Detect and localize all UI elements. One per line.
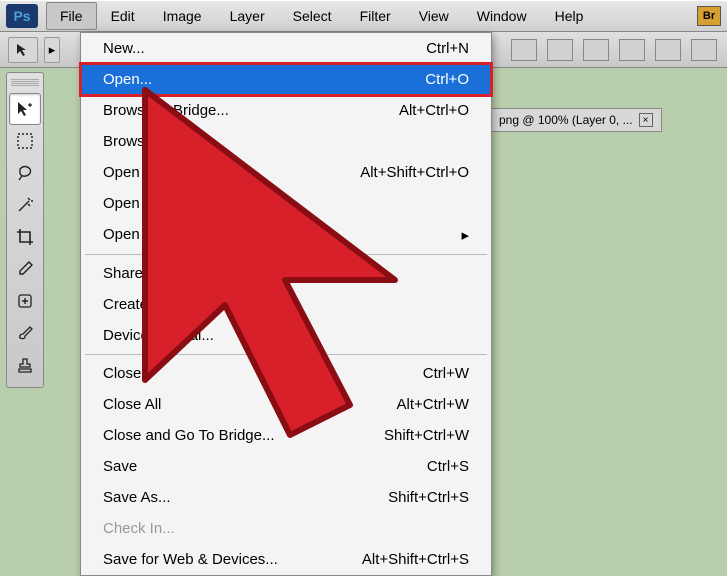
toolbox — [6, 72, 44, 388]
menu-item-label: Save As... — [103, 489, 171, 506]
tool-preset-picker[interactable] — [8, 37, 38, 63]
document-tab[interactable]: png @ 100% (Layer 0, ... × — [490, 108, 662, 132]
menu-item-save[interactable]: Save Ctrl+S — [81, 451, 491, 482]
menu-item-label: Save — [103, 458, 137, 475]
tool-wand[interactable] — [9, 189, 41, 221]
menu-item-label: Open As... — [103, 164, 173, 181]
menu-item-share-my-screen[interactable]: Share My Screen... — [81, 258, 491, 289]
menu-item-shortcut: Ctrl+N — [426, 40, 469, 57]
menu-item-new[interactable]: New... Ctrl+N — [81, 33, 491, 64]
menu-item-shortcut: Ctrl+W — [423, 365, 469, 382]
menu-item-label: Open As Smart Object... — [103, 195, 265, 212]
menu-item-open[interactable]: Open... Ctrl+O — [81, 64, 491, 95]
menu-item-browse-in-bridge[interactable]: Browse in Bridge... Alt+Ctrl+O — [81, 95, 491, 126]
menu-select[interactable]: Select — [279, 2, 346, 30]
menu-item-shortcut: Alt+Ctrl+O — [399, 102, 469, 119]
file-menu-dropdown: New... Ctrl+N Open... Ctrl+O Browse in Bridg… — [80, 32, 492, 576]
align-icon[interactable] — [655, 39, 681, 61]
menu-item-save-as[interactable]: Save As... Shift+Ctrl+S — [81, 482, 491, 513]
menu-item-label: Browse in — [103, 133, 169, 150]
menu-item-label: Save for Web & Devices... — [103, 551, 278, 568]
align-icon[interactable] — [511, 39, 537, 61]
menu-item-open-as-smart-object[interactable]: Open As Smart Object... — [81, 188, 491, 219]
tool-brush[interactable] — [9, 317, 41, 349]
menu-item-label: Close — [103, 365, 141, 382]
menu-item-label: Check In... — [103, 520, 175, 537]
menu-filter[interactable]: Filter — [346, 2, 405, 30]
tool-move[interactable] — [9, 93, 41, 125]
align-icon[interactable] — [691, 39, 717, 61]
menu-item-label: Create New Review... — [103, 296, 247, 313]
align-icon[interactable] — [547, 39, 573, 61]
menu-item-browse-in[interactable]: Browse in — [81, 126, 491, 157]
menu-item-shortcut: Ctrl+S — [427, 458, 469, 475]
tool-crop[interactable] — [9, 221, 41, 253]
tool-heal[interactable] — [9, 285, 41, 317]
menu-item-open-recent[interactable]: Open Recent ▸ — [81, 219, 491, 251]
tool-marquee[interactable] — [9, 125, 41, 157]
app-logo: Ps — [6, 4, 38, 28]
menu-item-shortcut: Alt+Shift+Ctrl+O — [360, 164, 469, 181]
tool-stamp[interactable] — [9, 349, 41, 381]
menu-item-shortcut: Shift+Ctrl+W — [384, 427, 469, 444]
menu-item-shortcut: Ctrl+O — [425, 71, 469, 88]
menu-window[interactable]: Window — [463, 2, 541, 30]
menu-item-label: Share My Screen... — [103, 265, 231, 282]
menu-item-save-for-web-devices[interactable]: Save for Web & Devices... Alt+Shift+Ctrl+… — [81, 544, 491, 575]
menu-item-label: Open Recent — [103, 226, 191, 244]
tool-eyedropper[interactable] — [9, 253, 41, 285]
tool-preset-dropdown-icon[interactable]: ▸ — [44, 37, 60, 63]
menu-item-open-as[interactable]: Open As... Alt+Shift+Ctrl+O — [81, 157, 491, 188]
menu-item-shortcut: Shift+Ctrl+S — [388, 489, 469, 506]
menu-item-close-and-go-to-bridge[interactable]: Close and Go To Bridge... Shift+Ctrl+W — [81, 420, 491, 451]
menu-item-device-central[interactable]: Device Central... — [81, 320, 491, 351]
menu-help[interactable]: Help — [541, 2, 598, 30]
menu-item-label: Open... — [103, 71, 152, 88]
menu-item-close[interactable]: Close Ctrl+W — [81, 358, 491, 389]
menu-item-label: New... — [103, 40, 145, 57]
menu-item-check-in: Check In... — [81, 513, 491, 544]
align-icon[interactable] — [583, 39, 609, 61]
toolbox-grip[interactable] — [11, 79, 39, 87]
menu-file[interactable]: File — [46, 2, 97, 30]
menu-edit[interactable]: Edit — [97, 2, 149, 30]
menu-image[interactable]: Image — [149, 2, 216, 30]
tool-lasso[interactable] — [9, 157, 41, 189]
menu-item-close-all[interactable]: Close All Alt+Ctrl+W — [81, 389, 491, 420]
menu-item-shortcut: ▸ — [461, 226, 469, 244]
document-tab-bar: png @ 100% (Layer 0, ... × — [490, 108, 662, 132]
menu-item-shortcut: Alt+Shift+Ctrl+S — [362, 551, 469, 568]
menu-item-label: Close All — [103, 396, 161, 413]
menu-separator — [85, 354, 487, 355]
align-icon[interactable] — [619, 39, 645, 61]
menu-layer[interactable]: Layer — [216, 2, 279, 30]
bridge-badge[interactable]: Br — [697, 6, 721, 26]
menubar: Ps FileEditImageLayerSelectFilterViewWin… — [0, 0, 727, 32]
menu-item-create-new-review[interactable]: Create New Review... — [81, 289, 491, 320]
menu-separator — [85, 254, 487, 255]
menu-item-label: Device Central... — [103, 327, 214, 344]
document-tab-label: png @ 100% (Layer 0, ... — [499, 113, 633, 127]
menu-item-label: Close and Go To Bridge... — [103, 427, 275, 444]
menu-item-shortcut: Alt+Ctrl+W — [396, 396, 469, 413]
menu-view[interactable]: View — [405, 2, 463, 30]
menu-item-label: Browse in Bridge... — [103, 102, 229, 119]
close-icon[interactable]: × — [639, 113, 653, 127]
